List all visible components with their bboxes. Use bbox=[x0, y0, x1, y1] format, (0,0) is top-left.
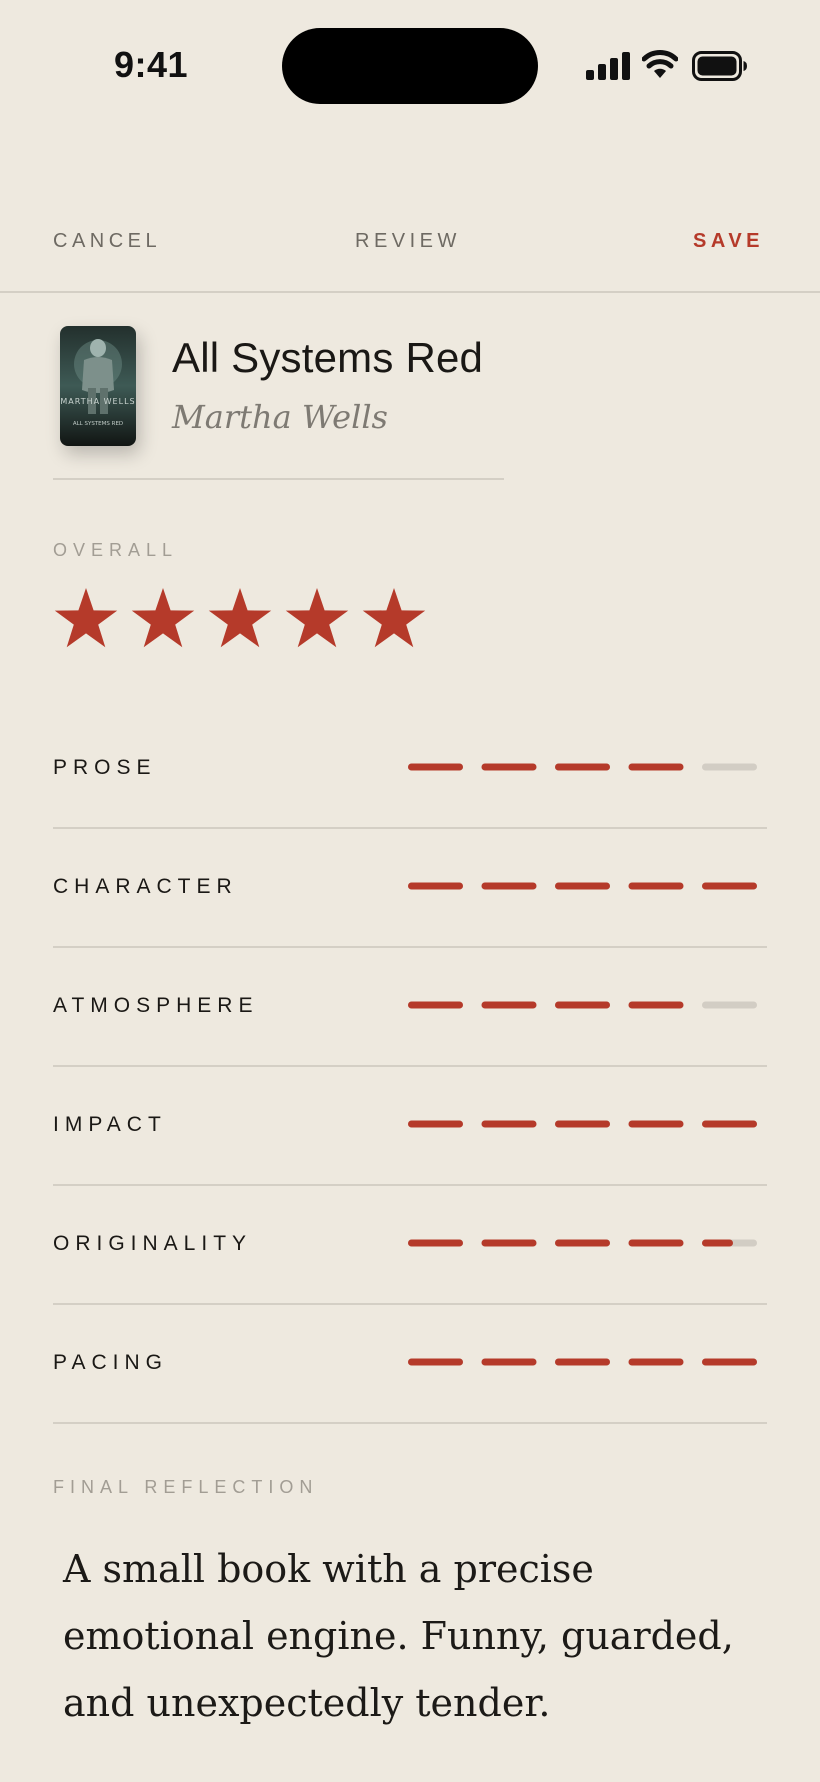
page-title: REVIEW bbox=[355, 230, 461, 252]
overall-star-rating[interactable] bbox=[53, 586, 427, 650]
review-screen: 9:41 CANCEL REVIEW SAVE MARTHA WELLS ALL… bbox=[0, 0, 820, 1782]
final-reflection-text[interactable]: A small book with a precise emotional en… bbox=[63, 1536, 763, 1737]
rating-bar[interactable] bbox=[408, 882, 759, 890]
save-button[interactable]: SAVE bbox=[693, 230, 764, 253]
cancel-button[interactable]: CANCEL bbox=[53, 230, 161, 253]
status-bar: 9:41 bbox=[0, 0, 820, 130]
book-bottom-divider bbox=[53, 478, 504, 480]
battery-icon bbox=[692, 51, 747, 81]
star-icon[interactable] bbox=[361, 586, 427, 650]
rating-row-originality: ORIGINALITY bbox=[53, 1184, 767, 1303]
rating-bar[interactable] bbox=[408, 1358, 759, 1366]
rating-label: ATMOSPHERE bbox=[53, 994, 259, 1017]
rating-bar[interactable] bbox=[408, 1120, 759, 1128]
rating-row-pacing: PACING bbox=[53, 1303, 767, 1422]
rating-row-impact: IMPACT bbox=[53, 1065, 767, 1184]
rating-label: PROSE bbox=[53, 756, 157, 779]
book-cover[interactable]: MARTHA WELLS ALL SYSTEMS RED bbox=[60, 326, 136, 446]
book-title: All Systems Red bbox=[172, 334, 484, 381]
rating-bar[interactable] bbox=[408, 1001, 759, 1009]
cover-author-text: MARTHA WELLS bbox=[60, 397, 135, 406]
rating-label: PACING bbox=[53, 1351, 168, 1374]
star-icon[interactable] bbox=[130, 586, 196, 650]
rating-label: CHARACTER bbox=[53, 875, 238, 898]
rating-label: ORIGINALITY bbox=[53, 1232, 253, 1255]
status-time: 9:41 bbox=[114, 44, 189, 85]
nav-bar: CANCEL REVIEW SAVE bbox=[0, 200, 820, 290]
star-icon[interactable] bbox=[284, 586, 350, 650]
book-author: Martha Wells bbox=[172, 398, 388, 436]
cellular-signal-icon bbox=[586, 52, 630, 80]
rating-label: IMPACT bbox=[53, 1113, 167, 1136]
rating-row-character: CHARACTER bbox=[53, 827, 767, 946]
rating-row-atmosphere: ATMOSPHERE bbox=[53, 946, 767, 1065]
cover-title-text: ALL SYSTEMS RED bbox=[73, 421, 123, 427]
rating-bar[interactable] bbox=[408, 763, 759, 771]
rating-row-prose: PROSE bbox=[53, 708, 767, 827]
star-icon[interactable] bbox=[53, 586, 119, 650]
star-icon[interactable] bbox=[207, 586, 273, 650]
book-top-divider bbox=[53, 291, 504, 293]
final-reflection-label: FINAL REFLECTION bbox=[53, 1477, 319, 1497]
overall-label: OVERALL bbox=[53, 540, 179, 560]
dynamic-island bbox=[282, 28, 538, 104]
wifi-icon bbox=[642, 50, 678, 78]
rating-bar[interactable] bbox=[408, 1239, 759, 1247]
row-divider bbox=[53, 1422, 767, 1424]
